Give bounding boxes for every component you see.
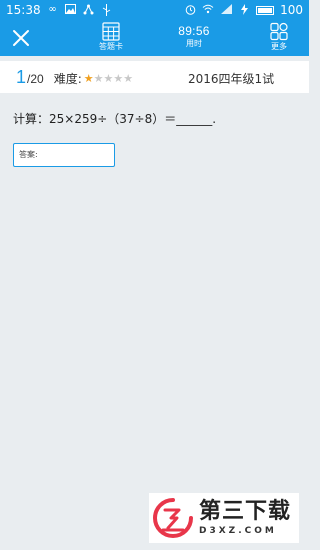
answer-sheet-button[interactable]: 答题卡 <box>86 22 136 56</box>
download-logo-icon <box>153 498 193 538</box>
status-bar: 15:38 ∞ 100 <box>0 0 309 20</box>
alarm-icon <box>184 4 196 16</box>
difficulty-stars: ★ ★ ★ ★ ★ <box>83 71 134 85</box>
star-empty-icon: ★ <box>123 71 134 85</box>
watermark-url: D3XZ.COM <box>199 526 277 536</box>
answer-sheet-icon <box>102 22 120 41</box>
battery-icon <box>256 5 275 15</box>
question-total: /20 <box>27 72 44 86</box>
infinity-icon: ∞ <box>48 4 57 15</box>
answer-placeholder: 答案: <box>19 150 38 159</box>
star-empty-icon: ★ <box>93 71 104 85</box>
exam-title: 2016四年级1试 <box>188 72 275 86</box>
status-time: 15:38 <box>6 3 41 17</box>
image-icon <box>65 4 77 16</box>
star-empty-icon: ★ <box>103 71 114 85</box>
timer-button[interactable]: 89:56 用时 <box>169 22 219 56</box>
more-button[interactable]: 更多 <box>254 22 304 56</box>
battery-level: 100 <box>280 3 303 17</box>
share-icon <box>83 4 95 16</box>
difficulty-label: 难度: <box>53 72 82 86</box>
timer-label: 用时 <box>186 39 202 48</box>
question-info-bar: 1 /20 难度: ★ ★ ★ ★ ★ 2016四年级1试 <box>0 61 309 93</box>
star-empty-icon: ★ <box>113 71 124 85</box>
usb-icon <box>101 4 113 16</box>
close-button[interactable] <box>6 23 36 53</box>
top-toolbar: 答题卡 89:56 用时 更多 <box>0 20 309 56</box>
wifi-icon <box>202 4 214 16</box>
star-filled-icon: ★ <box>83 71 94 85</box>
charging-icon <box>238 4 250 16</box>
watermark-logo: 第三下载 D3XZ.COM <box>149 493 299 543</box>
question-current-number: 1 <box>16 66 27 87</box>
close-icon <box>13 30 29 46</box>
status-left: 15:38 ∞ <box>6 3 113 17</box>
watermark-name: 第三下载 <box>199 499 292 524</box>
answer-sheet-label: 答题卡 <box>99 42 123 51</box>
signal-icon <box>220 4 232 16</box>
answer-input[interactable]: 答案: <box>13 143 115 167</box>
more-label: 更多 <box>271 42 287 51</box>
status-right: 100 <box>184 3 303 17</box>
question-text: 计算：25×259÷（37÷8）＝______. <box>13 112 217 126</box>
more-grid-icon <box>270 22 288 41</box>
timer-value: 89:56 <box>178 24 210 38</box>
